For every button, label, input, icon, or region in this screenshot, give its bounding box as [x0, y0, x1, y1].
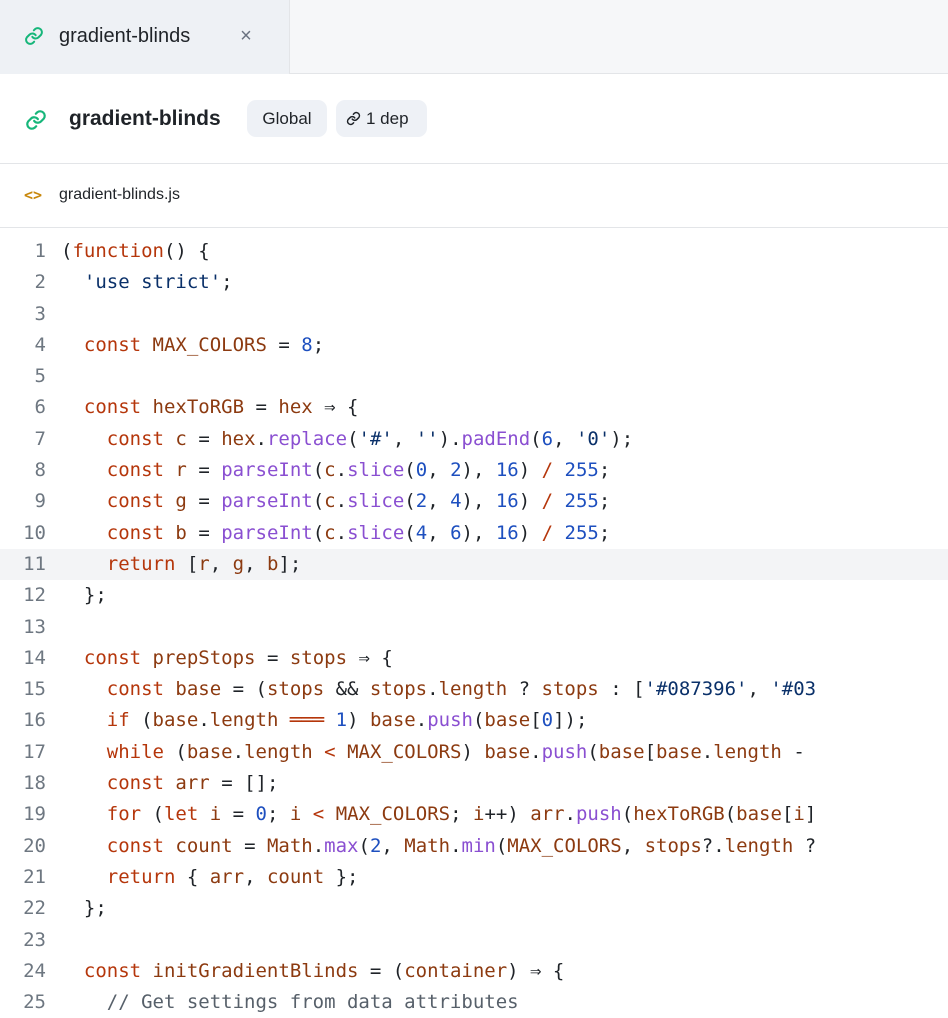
- code-line[interactable]: 10 const b = parseInt(c.slice(4, 6), 16)…: [0, 518, 948, 549]
- code-line[interactable]: 3: [0, 299, 948, 330]
- line-number: 17: [23, 740, 46, 763]
- code-line[interactable]: 13: [0, 612, 948, 643]
- code-line[interactable]: 14 const prepStops = stops ⇒ {: [0, 643, 948, 674]
- code-line[interactable]: 25 // Get settings from data attributes: [0, 987, 948, 1018]
- tab-bar: gradient-blinds ×: [0, 0, 948, 74]
- code-line[interactable]: 1 (function() {: [0, 236, 948, 267]
- code-text: const b = parseInt(c.slice(4, 6), 16) / …: [106, 521, 611, 544]
- link-icon: [25, 27, 43, 45]
- code-text: // Get settings from data attributes: [106, 991, 519, 1014]
- code-line[interactable]: 17 while (base.length < MAX_COLORS) base…: [0, 737, 948, 768]
- code-line[interactable]: 23: [0, 925, 948, 956]
- code-text: const arr = [];: [106, 772, 279, 795]
- code-line[interactable]: 16 if (base.length ═══ 1) base.push(base…: [0, 705, 948, 736]
- close-icon[interactable]: ×: [236, 24, 256, 48]
- link-icon: [346, 111, 361, 126]
- tab-gradient-blinds[interactable]: gradient-blinds ×: [0, 0, 290, 74]
- line-number: 12: [23, 584, 46, 607]
- code-text: (function() {: [61, 240, 210, 262]
- code-text: const prepStops = stops ⇒ {: [83, 646, 393, 669]
- line-number: 1: [34, 240, 46, 262]
- code-line[interactable]: 18 const arr = [];: [0, 768, 948, 799]
- code-editor[interactable]: 1 (function() { 2 'use strict'; 3 4 const MA…: [0, 228, 948, 1018]
- line-number: 21: [23, 865, 46, 888]
- code-line[interactable]: 2 'use strict';: [0, 267, 948, 298]
- line-number: 24: [23, 959, 46, 982]
- dependency-count: 1 dep: [366, 109, 409, 128]
- code-line[interactable]: 11 return [r, g, b];: [0, 548, 948, 581]
- code-text: const base = (stops && stops.length ? st…: [106, 678, 817, 701]
- code-line[interactable]: 15 const base = (stops && stops.length ?…: [0, 674, 948, 705]
- file-bar: <> gradient-blinds.js: [0, 164, 948, 228]
- code-line[interactable]: 5: [0, 361, 948, 392]
- line-number: 8: [34, 459, 46, 482]
- code-line[interactable]: 24 const initGradientBlinds = (container…: [0, 956, 948, 987]
- code-text: const r = parseInt(c.slice(0, 2), 16) / …: [106, 459, 611, 482]
- scope-badge: Global: [247, 100, 327, 137]
- code-line[interactable]: 6 const hexToRGB = hex ⇒ {: [0, 392, 948, 423]
- code-text: };: [61, 584, 107, 607]
- code-line[interactable]: 20 const count = Math.max(2, Math.min(MA…: [0, 831, 948, 862]
- code-text: const hexToRGB = hex ⇒ {: [83, 396, 359, 419]
- line-number: 13: [23, 615, 46, 638]
- line-number: 11: [23, 552, 46, 575]
- module-header: gradient-blinds Global 1 dep: [0, 74, 948, 164]
- code-text: };: [61, 897, 107, 920]
- line-number: 2: [34, 271, 46, 294]
- code-text: const initGradientBlinds = (container) ⇒…: [83, 959, 565, 982]
- line-number: 10: [23, 521, 46, 544]
- code-line[interactable]: 12 };: [0, 580, 948, 611]
- code-line[interactable]: 19 for (let i = 0; i < MAX_COLORS; i++) …: [0, 799, 948, 830]
- line-number: 20: [23, 834, 46, 857]
- code-text: return [r, g, b];: [106, 552, 302, 575]
- tab-label: gradient-blinds: [59, 25, 191, 47]
- link-icon: [26, 110, 46, 130]
- line-number: 18: [23, 772, 46, 795]
- code-line[interactable]: 9 const g = parseInt(c.slice(2, 4), 16) …: [0, 486, 948, 517]
- file-name[interactable]: gradient-blinds.js: [59, 185, 180, 205]
- code-text: if (base.length ═══ 1) base.push(base[0]…: [106, 709, 588, 732]
- code-text: for (let i = 0; i < MAX_COLORS; i++) arr…: [106, 803, 817, 826]
- line-number: 3: [34, 302, 46, 325]
- line-number: 15: [23, 678, 46, 701]
- line-number: 5: [34, 365, 46, 388]
- code-text: while (base.length < MAX_COLORS) base.pu…: [106, 740, 805, 763]
- code-line[interactable]: 7 const c = hex.replace('#', '').padEnd(…: [0, 424, 948, 455]
- code-lines: 1 (function() { 2 'use strict'; 3 4 const MA…: [0, 236, 948, 1018]
- code-line[interactable]: 21 return { arr, count };: [0, 862, 948, 893]
- line-number: 9: [34, 490, 46, 513]
- code-file-icon: <>: [24, 186, 43, 204]
- line-number: 14: [23, 646, 46, 669]
- code-line[interactable]: 8 const r = parseInt(c.slice(0, 2), 16) …: [0, 455, 948, 486]
- line-number: 23: [23, 928, 46, 951]
- line-number: 19: [23, 803, 46, 826]
- code-text: const c = hex.replace('#', '').padEnd(6,…: [106, 427, 634, 450]
- code-text: const count = Math.max(2, Math.min(MAX_C…: [106, 834, 817, 857]
- code-text: return { arr, count };: [106, 865, 359, 888]
- code-text: const g = parseInt(c.slice(2, 4), 16) / …: [106, 490, 611, 513]
- dependency-badge[interactable]: 1 dep: [336, 100, 427, 137]
- line-number: 16: [23, 709, 46, 732]
- line-number: 6: [34, 396, 46, 419]
- page-title: gradient-blinds: [69, 107, 221, 130]
- code-text: const MAX_COLORS = 8;: [83, 333, 325, 356]
- line-number: 7: [34, 427, 46, 450]
- code-line[interactable]: 22 };: [0, 893, 948, 924]
- code-line[interactable]: 4 const MAX_COLORS = 8;: [0, 330, 948, 361]
- line-number: 4: [34, 333, 46, 356]
- line-number: 22: [23, 897, 46, 920]
- line-number: 25: [23, 991, 46, 1014]
- code-text: 'use strict';: [83, 271, 233, 294]
